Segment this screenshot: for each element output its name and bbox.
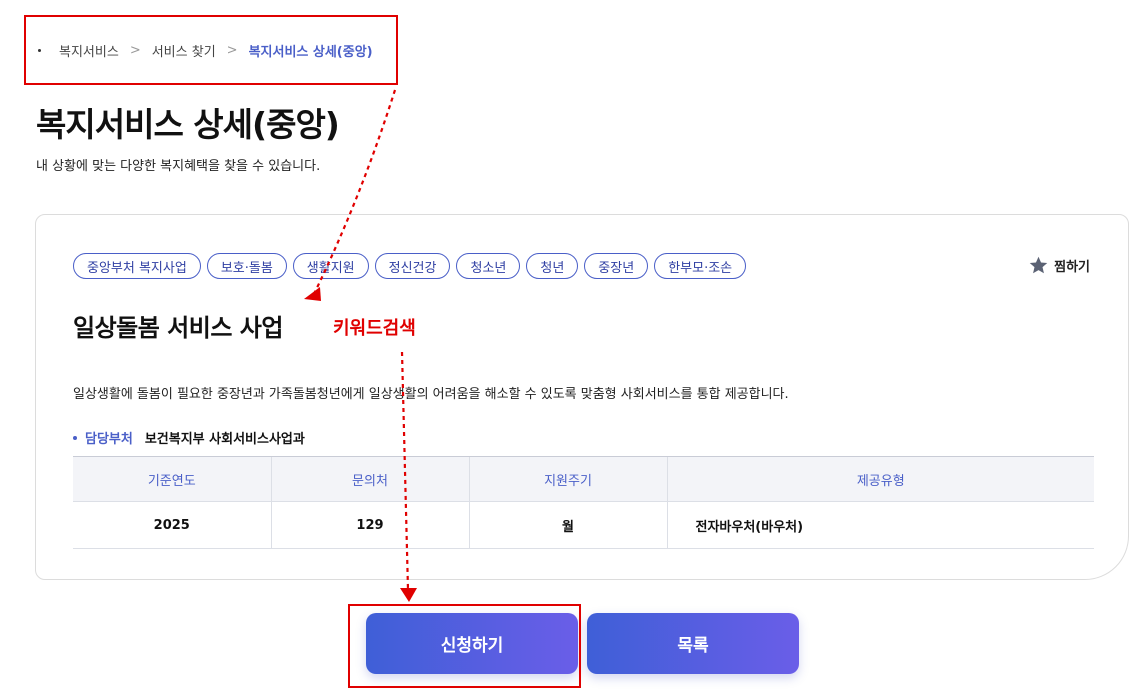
- apply-button[interactable]: 신청하기: [366, 613, 578, 674]
- cell-base-year: 2025: [73, 501, 271, 549]
- page-subtitle: 내 상황에 맞는 다양한 복지혜택을 찾을 수 있습니다.: [36, 159, 321, 174]
- list-button[interactable]: 목록: [587, 613, 799, 674]
- breadcrumb: 복지서비스 > 서비스 찾기 > 복지서비스 상세(중앙): [24, 15, 398, 85]
- service-info-table: 기준연도 문의처 지원주기 제공유형 2025 129 월 전자바우처(바우처): [73, 456, 1094, 549]
- table-row: 2025 129 월 전자바우처(바우처): [73, 501, 1094, 549]
- tag-youth[interactable]: 청소년: [456, 253, 521, 279]
- tag-young-adult[interactable]: 청년: [526, 253, 579, 279]
- table-header-row: 기준연도 문의처 지원주기 제공유형: [73, 456, 1094, 502]
- column-header-contact: 문의처: [270, 456, 469, 502]
- tag-single-parent[interactable]: 한부모·조손: [654, 253, 747, 279]
- service-description: 일상생활에 돌봄이 필요한 중장년과 가족돌봄청년에게 일상생활의 어려움을 해…: [73, 387, 789, 402]
- cell-provision-type: 전자바우처(바우처): [666, 501, 1094, 549]
- bullet-icon: [38, 48, 41, 52]
- tag-living-support[interactable]: 생활지원: [292, 253, 369, 279]
- department-info: 담당부처 보건복지부 사회서비스사업과: [73, 428, 305, 447]
- department-value: 보건복지부 사회서비스사업과: [144, 432, 305, 447]
- cell-contact: 129: [270, 501, 469, 549]
- column-header-support-cycle: 지원주기: [468, 456, 667, 502]
- cell-support-cycle: 월: [468, 501, 667, 549]
- page-title: 복지서비스 상세(중앙): [36, 105, 340, 144]
- breadcrumb-current: 복지서비스 상세(중앙): [248, 44, 373, 60]
- annotation-keyword-search: 키워드검색: [333, 318, 416, 339]
- bookmark-button[interactable]: 찜하기: [1028, 255, 1090, 276]
- column-header-base-year: 기준연도: [73, 456, 271, 502]
- chevron-right-icon: >: [129, 42, 141, 58]
- arrow-head-icon: [400, 588, 417, 602]
- bookmark-label: 찜하기: [1054, 260, 1090, 275]
- bullet-icon: [73, 435, 77, 440]
- tag-mental-health[interactable]: 정신건강: [374, 253, 451, 279]
- column-header-provision-type: 제공유형: [666, 456, 1094, 502]
- department-label: 담당부처: [85, 432, 133, 447]
- tag-middle-aged[interactable]: 중장년: [584, 253, 649, 279]
- service-detail-card: 중앙부처 복지사업 보호·돌봄 생활지원 정신건강 청소년 청년 중장년 한부모…: [35, 214, 1129, 580]
- tag-protection-care[interactable]: 보호·돌봄: [206, 253, 287, 279]
- tag-central-ministry[interactable]: 중앙부처 복지사업: [73, 253, 201, 279]
- breadcrumb-item-service-search[interactable]: 서비스 찾기: [152, 41, 216, 60]
- chevron-right-icon: >: [226, 42, 238, 58]
- service-title: 일상돌봄 서비스 사업: [73, 314, 283, 342]
- tag-list: 중앙부처 복지사업 보호·돌봄 생활지원 정신건강 청소년 청년 중장년 한부모…: [73, 253, 747, 279]
- star-icon: [1029, 256, 1048, 274]
- breadcrumb-item-welfare-service[interactable]: 복지서비스: [59, 41, 119, 60]
